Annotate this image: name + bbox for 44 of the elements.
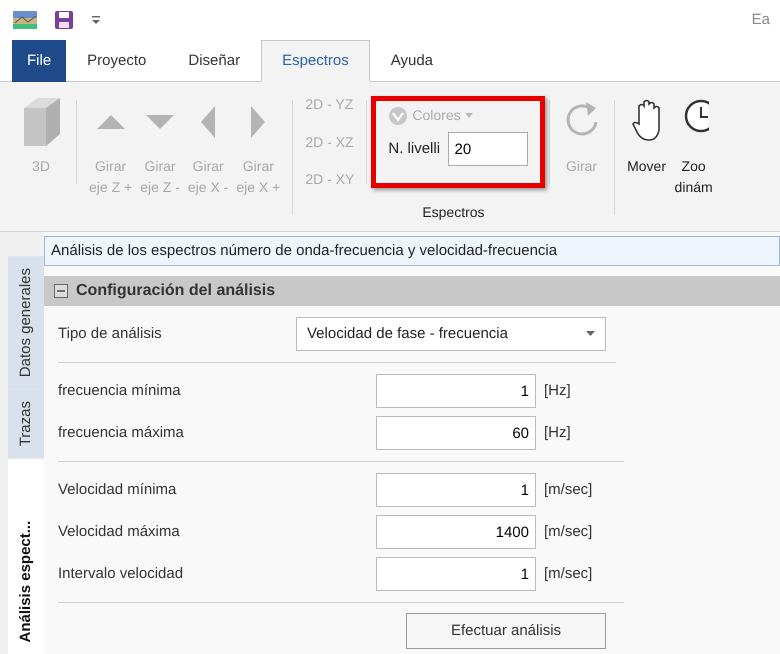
triangle-down-icon [146, 115, 174, 129]
group-label: Espectros [421, 203, 486, 222]
save-icon[interactable] [53, 9, 75, 31]
unit-label: [m/sec] [544, 564, 592, 584]
unit-label: [m/sec] [544, 480, 592, 500]
side-tab[interactable]: Trazas [8, 389, 44, 459]
side-tab[interactable]: Análisis espect... [8, 458, 44, 654]
number-field[interactable]: 60 [376, 416, 536, 450]
unit-label: [Hz] [544, 422, 571, 443]
field-label: N. livelli [388, 138, 440, 159]
field-label: frecuencia mínima [58, 380, 182, 401]
collapse-icon[interactable] [54, 284, 68, 298]
unit-label: [m/sec] [544, 522, 592, 542]
number-field[interactable]: 1 [376, 473, 536, 507]
app-icon [12, 9, 38, 31]
ribbon-tab[interactable]: Espectros [261, 40, 370, 82]
analysis-type-select[interactable]: Velocidad de fase - frecuencia [296, 317, 606, 351]
caret-icon [586, 331, 595, 337]
unit-label: [Hz] [544, 380, 571, 401]
description-bar: Análisis de los espectros número de onda-frecuencia y velocidad-frecuencia [44, 236, 780, 266]
ribbon-tab[interactable]: Proyecto [66, 40, 168, 82]
file-menu[interactable]: File [12, 40, 66, 82]
section-title: Configuración del análisis [76, 281, 276, 301]
field-label: Intervalo velocidad [58, 564, 184, 584]
ribbon-tab[interactable]: Diseñar [167, 40, 262, 82]
side-tab[interactable]: Datos generales [8, 256, 44, 390]
field-label: Tipo de análisis [58, 324, 163, 344]
levels-field[interactable]: 20 [448, 132, 528, 166]
triangle-left-icon [201, 106, 216, 138]
field-label: frecuencia máxima [58, 422, 185, 443]
field-label: Velocidad máxima [58, 522, 181, 542]
dropdown-icon[interactable] [90, 14, 102, 26]
triangle-right-icon [251, 106, 266, 138]
number-field[interactable]: 1 [376, 374, 536, 408]
ribbon-button[interactable]: Zoo dinám [670, 94, 717, 200]
triangle-up-icon [96, 115, 125, 129]
number-field[interactable]: 1 [376, 557, 536, 591]
ribbon-button[interactable]: Mover [622, 94, 671, 200]
ribbon-tab[interactable]: Ayuda [370, 40, 454, 82]
number-field[interactable]: 1400 [376, 515, 536, 549]
window-title: Ea [752, 10, 770, 30]
field-label: Velocidad mínima [58, 480, 178, 500]
caret-icon [464, 112, 473, 118]
run-analysis-button[interactable]: Efectuar análisis [406, 613, 606, 649]
